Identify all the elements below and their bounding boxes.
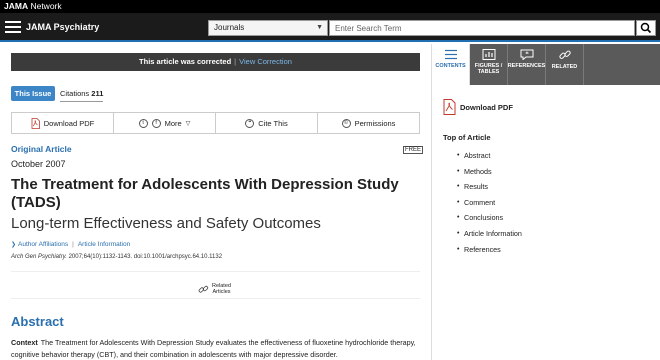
abstract-context: Context The Treatment for Adolescents Wit… bbox=[11, 337, 423, 360]
link-icon bbox=[558, 50, 571, 59]
toc-item-results[interactable]: Results bbox=[457, 182, 522, 198]
chevron-down-icon: ▼ bbox=[316, 24, 323, 31]
list-icon bbox=[444, 49, 457, 60]
abstract-heading: Abstract bbox=[11, 314, 64, 329]
toc-item-abstract[interactable]: Abstract bbox=[457, 151, 522, 167]
facebook-icon[interactable]: f bbox=[151, 118, 161, 128]
tab-related[interactable]: RELATED bbox=[546, 44, 584, 85]
citation-journal: Arch Gen Psychiatry. bbox=[11, 254, 67, 260]
network-brand-rest: Network bbox=[28, 1, 62, 11]
toc-item-references[interactable]: References bbox=[457, 245, 522, 261]
panel-download-pdf-label: Download PDF bbox=[460, 102, 513, 112]
tab-references[interactable]: ❝ REFERENCES bbox=[508, 44, 546, 85]
citations-link[interactable]: Citations 211 bbox=[60, 86, 104, 102]
permissions-button[interactable]: © Permissions bbox=[318, 113, 419, 133]
related-articles-label: Related Articles bbox=[212, 283, 231, 295]
toc-item-methods[interactable]: Methods bbox=[457, 167, 522, 183]
right-panel-tabs: CONTENTS FIGURES / TABLES ❝ REFERENCES R… bbox=[432, 44, 660, 85]
context-text: The Treatment for Adolescents With Depre… bbox=[11, 338, 416, 359]
chevron-right-icon: ❯ bbox=[11, 242, 17, 248]
table-of-contents: Abstract Methods Results Comment Conclus… bbox=[457, 151, 522, 260]
toc-item-comment[interactable]: Comment bbox=[457, 198, 522, 214]
article-toolbar: Download PDF t f More ▽ ❝ Cite This © Per… bbox=[11, 112, 420, 134]
citations-count: 211 bbox=[91, 89, 104, 98]
cite-this-button[interactable]: ❝ Cite This bbox=[216, 113, 318, 133]
citations-label: Citations bbox=[60, 89, 90, 98]
free-badge: FREE bbox=[403, 146, 424, 154]
toc-item-conclusions[interactable]: Conclusions bbox=[457, 213, 522, 229]
tab-related-label: RELATED bbox=[551, 64, 578, 70]
view-correction-link[interactable]: View Correction bbox=[239, 57, 292, 66]
citation-details: 2007;64(10):1132-1143. doi:10.1001/archp… bbox=[66, 254, 223, 260]
quote-icon: ❝ bbox=[245, 118, 255, 128]
related-label-line2: Articles bbox=[212, 289, 231, 295]
journals-select-value: Journals bbox=[214, 23, 245, 32]
permissions-label: Permissions bbox=[354, 118, 396, 128]
this-issue-button[interactable]: This Issue bbox=[11, 86, 55, 101]
article-title: The Treatment for Adolescents With Depre… bbox=[11, 176, 399, 211]
top-of-article-link[interactable]: Top of Article bbox=[443, 133, 491, 142]
more-label: More bbox=[164, 118, 182, 128]
related-articles-button[interactable]: Related Articles bbox=[198, 283, 231, 295]
panel-download-pdf[interactable]: Download PDF bbox=[443, 99, 513, 115]
article-citation: Arch Gen Psychiatry. 2007;64(10):1132-11… bbox=[11, 254, 222, 260]
article-date: October 2007 bbox=[11, 159, 66, 169]
article-subtitle: Long-term Effectiveness and Safety Outco… bbox=[11, 215, 321, 232]
correction-separator: | bbox=[234, 57, 237, 66]
tabs-filler bbox=[584, 44, 660, 85]
image-icon bbox=[482, 49, 495, 60]
search-icon bbox=[640, 22, 652, 34]
pdf-icon bbox=[31, 117, 40, 129]
tab-figures-tables[interactable]: FIGURES / TABLES bbox=[470, 44, 508, 85]
twitter-icon[interactable]: t bbox=[138, 118, 148, 128]
network-brand-bold: JAMA bbox=[4, 1, 29, 11]
correction-notice: This article was corrected | View Correcti… bbox=[11, 53, 420, 71]
chevron-down-icon: ▽ bbox=[185, 120, 191, 127]
copyright-icon: © bbox=[341, 118, 351, 128]
article-links: ❯ Author Affiliations | Article Information bbox=[11, 241, 131, 248]
article-type: Original Article bbox=[11, 144, 72, 154]
author-affiliations-link[interactable]: Author Affiliations bbox=[18, 241, 68, 248]
context-label: Context bbox=[11, 338, 38, 347]
correction-text: This article was corrected bbox=[139, 57, 232, 66]
panel-divider bbox=[431, 44, 432, 360]
download-pdf-label: Download PDF bbox=[43, 118, 95, 128]
download-pdf-button[interactable]: Download PDF bbox=[12, 113, 114, 133]
svg-text:❝: ❝ bbox=[525, 51, 529, 58]
journals-select[interactable]: Journals ▼ bbox=[208, 20, 328, 36]
tab-references-label: REFERENCES bbox=[507, 63, 546, 69]
quote-icon: ❝ bbox=[520, 49, 533, 60]
tab-contents[interactable]: CONTENTS bbox=[432, 44, 470, 85]
search-button[interactable] bbox=[636, 20, 656, 36]
jama-network-bar[interactable]: JAMA Network bbox=[0, 0, 660, 13]
menu-icon[interactable] bbox=[5, 21, 21, 33]
share-more-button[interactable]: t f More ▽ bbox=[114, 113, 216, 133]
link-icon bbox=[198, 285, 209, 293]
tab-contents-label: CONTENTS bbox=[435, 63, 466, 69]
tab-figures-label-2: TABLES bbox=[477, 69, 500, 75]
journal-logo[interactable]: JAMA Psychiatry bbox=[26, 22, 99, 32]
toc-item-article-information[interactable]: Article Information bbox=[457, 229, 522, 245]
search-input[interactable] bbox=[329, 20, 635, 36]
pdf-icon bbox=[443, 99, 456, 115]
site-header: JAMA Psychiatry Journals ▼ bbox=[0, 13, 660, 42]
cite-this-label: Cite This bbox=[258, 118, 288, 128]
article-information-link[interactable]: Article Information bbox=[78, 241, 130, 248]
